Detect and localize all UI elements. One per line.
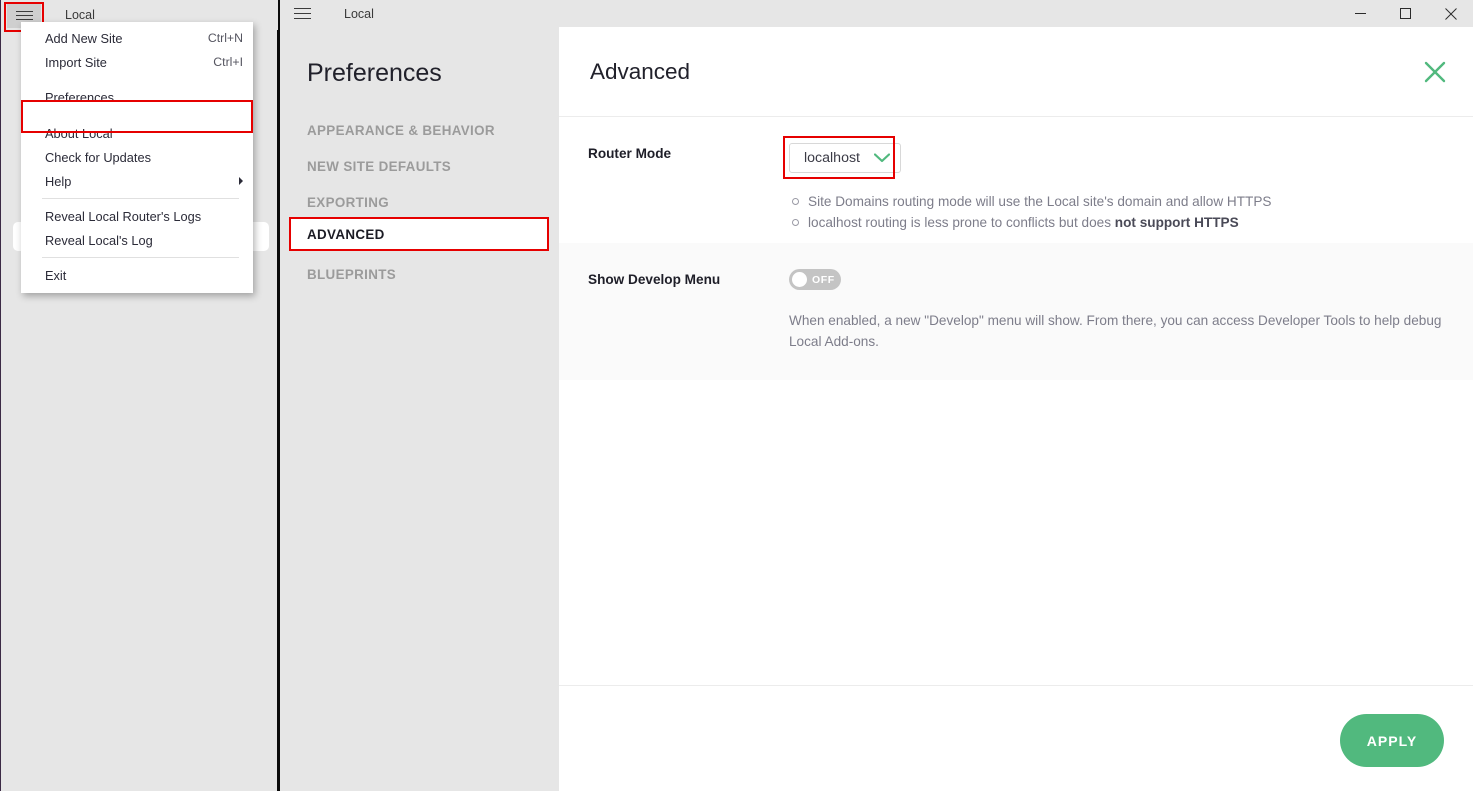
panel-footer: APPLY [559,685,1473,791]
menu-item-shortcut: Ctrl+I [213,55,243,69]
router-mode-select[interactable]: localhost [789,143,901,173]
close-icon [1424,61,1446,83]
main-window-title: Local [344,6,374,21]
close-icon [1444,7,1457,20]
sidebar-item-appearance-behavior[interactable]: APPEARANCE & BEHAVIOR [280,112,559,148]
menu-item-label: About Local [45,125,113,141]
show-develop-menu-toggle[interactable]: OFF [789,269,841,290]
minimize-icon [1355,13,1366,14]
router-mode-body: localhost Site Domains routing mode will… [783,136,1473,233]
menu-item-check-for-updates[interactable]: Check for Updates [21,145,253,169]
screen: Local Add New Site Ctrl+N Import Site Ct… [0,0,1473,791]
menu-item-label: Reveal Local Router's Logs [45,208,202,224]
bullet-text-bold: not support HTTPS [1114,215,1239,230]
menu-item-reveal-locals-log[interactable]: Reveal Local's Log [21,228,253,252]
router-mode-bullet-list: Site Domains routing mode will use the L… [789,191,1453,233]
menu-divider [42,198,239,199]
local-main-window: Local Preferences APPEARANCE & BEHAVIOR … [280,0,1473,791]
menu-item-help[interactable]: Help [21,169,253,193]
sidebar-item-advanced[interactable]: ADVANCED [289,217,549,251]
router-mode-select-wrapper: localhost [783,136,901,179]
menu-item-shortcut: Ctrl+N [207,31,243,45]
window-close-button[interactable] [1428,0,1473,27]
toggle-knob [792,272,807,287]
menu-spacer [21,112,253,121]
show-develop-menu-label: Show Develop Menu [588,272,721,287]
menu-item-preferences[interactable]: Preferences [21,83,253,112]
sidebar-item-label: EXPORTING [307,194,390,210]
menu-item-add-new-site[interactable]: Add New Site Ctrl+N [21,26,253,50]
minimize-button[interactable] [1338,0,1383,27]
preferences-nav-list: APPEARANCE & BEHAVIOR NEW SITE DEFAULTS … [280,112,559,292]
menu-item-about-local[interactable]: About Local [21,121,253,145]
preferences-sidebar: Preferences APPEARANCE & BEHAVIOR NEW SI… [280,27,559,791]
menu-item-import-site[interactable]: Import Site Ctrl+I [21,50,253,74]
maximize-icon [1400,8,1411,19]
list-item: localhost routing is less prone to confl… [789,212,1453,233]
window-controls [1338,0,1473,27]
menu-item-reveal-local-routers-logs[interactable]: Reveal Local Router's Logs [21,204,253,228]
background-window-title: Local [65,8,95,22]
bullet-text: localhost routing is less prone to confl… [808,215,1115,230]
menu-item-label: Reveal Local's Log [45,232,153,248]
main-titlebar: Local [280,0,1473,27]
maximize-button[interactable] [1383,0,1428,27]
router-mode-row: Router Mode localhost Site Domains routi… [559,117,1473,243]
apply-button[interactable]: APPLY [1340,714,1444,767]
menu-item-label: Preferences [45,90,114,105]
preferences-content-panel: Advanced Router Mode localhost Site Doma… [559,27,1473,791]
main-hamburger-button[interactable] [285,0,319,27]
sidebar-item-label: BLUEPRINTS [307,266,397,282]
sidebar-item-blueprints[interactable]: BLUEPRINTS [280,256,559,292]
show-develop-menu-row: Show Develop Menu OFF When enabled, a ne… [559,243,1473,380]
menu-item-exit[interactable]: Exit [21,263,253,287]
menu-divider [42,257,239,258]
menu-spacer [21,74,253,83]
router-mode-value: localhost [804,150,860,166]
preferences-heading: Preferences [307,59,442,87]
hamburger-menu-icon [293,5,311,23]
router-mode-label: Router Mode [588,146,672,161]
sidebar-item-label: ADVANCED [307,227,385,242]
menu-item-label: Import Site [45,54,107,70]
show-develop-menu-body: OFF When enabled, a new "Develop" menu w… [789,269,1473,352]
list-item: Site Domains routing mode will use the L… [789,191,1453,212]
show-develop-menu-help-text: When enabled, a new "Develop" menu will … [789,313,1442,349]
menu-item-label: Help [45,173,72,189]
application-menu[interactable]: Add New Site Ctrl+N Import Site Ctrl+I P… [21,22,253,293]
hamburger-menu-icon [15,8,33,23]
bullet-text: Site Domains routing mode will use the L… [808,194,1272,209]
sidebar-item-label: NEW SITE DEFAULTS [307,158,452,174]
toggle-state-label: OFF [812,273,835,286]
preferences-close-button[interactable] [1422,59,1448,85]
sidebar-item-label: APPEARANCE & BEHAVIOR [307,122,495,138]
chevron-down-icon [874,153,890,163]
panel-header: Advanced [559,27,1473,117]
sidebar-item-new-site-defaults[interactable]: NEW SITE DEFAULTS [280,148,559,184]
chevron-right-icon [239,177,243,185]
menu-item-label: Exit [45,267,67,283]
menu-item-label: Check for Updates [45,149,151,165]
page-title: Advanced [590,59,691,84]
sidebar-item-exporting[interactable]: EXPORTING [280,184,559,220]
menu-item-label: Add New Site [45,30,123,46]
